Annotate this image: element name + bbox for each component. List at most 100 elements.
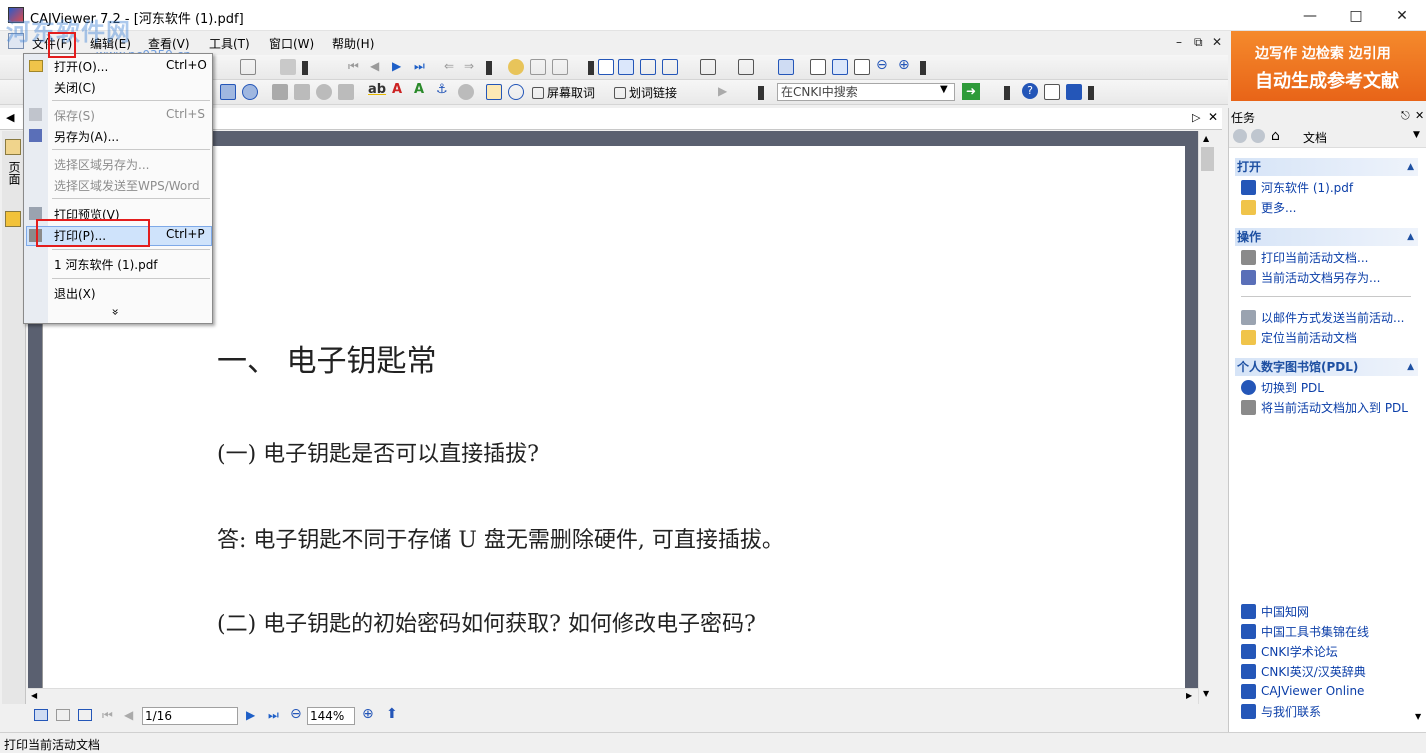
anchor-icon[interactable]: ⚓ <box>436 82 448 97</box>
menu-tools[interactable]: 工具(T) <box>209 35 250 52</box>
go-to-top-icon[interactable]: ⬆ <box>386 706 398 722</box>
document-page[interactable]: 一、 电子钥匙常 (一) 电子钥匙是否可以直接插拔? 答: 电子钥匙不同于存储 … <box>42 146 1185 688</box>
nav-last-icon[interactable]: ⏭ <box>268 708 279 723</box>
menu-item-close[interactable]: 关闭(C) <box>54 79 96 96</box>
facing-page-icon[interactable] <box>640 59 656 75</box>
fit-page-icon[interactable] <box>854 59 870 75</box>
scroll-up-icon[interactable]: ▲ <box>1203 134 1209 143</box>
stamp-icon[interactable] <box>458 84 474 100</box>
toolbar-grip[interactable] <box>588 61 594 75</box>
nav-prev-icon[interactable]: ◀ <box>124 708 133 722</box>
locate-document-link[interactable]: 定位当前活动文档 <box>1241 328 1357 346</box>
task-pane-close-icon[interactable]: ✕ <box>1415 109 1424 122</box>
pin-icon[interactable]: ⎋ <box>1401 109 1410 123</box>
print-document-link[interactable]: 打印当前活动文档... <box>1241 248 1368 266</box>
menu-help[interactable]: 帮助(H) <box>332 35 374 52</box>
nav-zoom-in-icon[interactable]: ⊕ <box>362 706 374 722</box>
back-icon[interactable]: ⇐ <box>444 59 454 73</box>
about-icon[interactable] <box>1066 84 1082 100</box>
mdi-minimize-button[interactable]: – <box>1176 35 1182 49</box>
whats-this-icon[interactable] <box>1044 84 1060 100</box>
nav-next-icon[interactable]: ▶ <box>246 708 255 722</box>
minimize-button[interactable]: — <box>1287 0 1333 31</box>
vertical-scrollbar[interactable]: ▲ ▼ <box>1198 131 1215 704</box>
link-cajviewer-online[interactable]: CAJViewer Online <box>1241 682 1364 700</box>
link-reference-books[interactable]: 中国工具书集锦在线 <box>1241 622 1369 640</box>
rotate-right-icon[interactable] <box>552 59 568 75</box>
task-back-icon[interactable] <box>1233 129 1247 143</box>
collapse-icon[interactable]: ▲ <box>1407 358 1414 376</box>
switch-pdl-link[interactable]: 切换到 PDL <box>1241 378 1324 396</box>
line-tool-icon[interactable] <box>272 84 288 100</box>
forward-icon[interactable]: ⇒ <box>464 59 474 73</box>
word-link-button[interactable]: 划词链接 <box>614 84 677 101</box>
toolbar-grip[interactable] <box>920 61 926 75</box>
menu-item-open[interactable]: 打开(O)... <box>54 58 108 75</box>
next-result-icon[interactable]: ▶ <box>718 84 727 98</box>
collapse-icon[interactable]: ▲ <box>1407 158 1414 176</box>
menu-window[interactable]: 窗口(W) <box>269 35 314 52</box>
next-page-icon[interactable]: ▶ <box>392 59 401 73</box>
image-tool-icon[interactable] <box>294 84 310 100</box>
link-cnki[interactable]: 中国知网 <box>1241 602 1309 620</box>
task-pane-view-label[interactable]: 文档 <box>1303 129 1327 146</box>
scroll-left-icon[interactable]: ◀ <box>31 691 37 700</box>
toolbar-grip[interactable] <box>1088 86 1094 100</box>
select-icon[interactable] <box>700 59 716 75</box>
more-files-link[interactable]: 更多... <box>1241 198 1296 216</box>
menu-item-send-region[interactable]: 选择区域发送至WPS/Word <box>54 177 200 194</box>
mdi-close-button[interactable]: ✕ <box>1212 35 1222 49</box>
first-page-icon[interactable]: ⏮ <box>348 59 359 74</box>
search-go-icon[interactable]: ➜ <box>962 83 980 100</box>
tab-close-icon[interactable]: ✕ <box>1208 110 1218 124</box>
prev-page-icon[interactable]: ◀ <box>370 59 379 73</box>
tab-scroll-right-icon[interactable]: ▷ <box>1192 111 1200 124</box>
strikeout-text-icon[interactable]: A <box>392 82 402 97</box>
cnki-search-input[interactable]: 在CNKI中搜索 <box>777 83 955 101</box>
promo-banner[interactable]: 边写作 边检索 边引用 自动生成参考文献 <box>1231 31 1426 101</box>
layout-icon[interactable] <box>738 59 754 75</box>
pencil-icon[interactable] <box>5 211 21 227</box>
settings-tool-icon[interactable] <box>316 84 332 100</box>
scroll-right-icon[interactable]: ▶ <box>1186 691 1192 700</box>
menu-expand-icon[interactable]: » <box>109 308 123 315</box>
audio-tool-icon[interactable] <box>338 84 354 100</box>
menu-item-save-as[interactable]: 另存为(A)... <box>54 128 119 145</box>
link-cnki-forum[interactable]: CNKI学术论坛 <box>1241 642 1338 660</box>
zoom-in-icon[interactable]: ⊕ <box>898 57 910 73</box>
rotate-left-icon[interactable] <box>530 59 546 75</box>
zoom-input[interactable]: 144% <box>307 707 355 725</box>
pages-panel-tab[interactable]: 页面 <box>7 161 21 185</box>
single-page-icon[interactable] <box>598 59 614 75</box>
menu-item-save-region[interactable]: 选择区域另存为... <box>54 156 149 173</box>
maximize-button[interactable]: □ <box>1333 0 1379 31</box>
fit-width-icon[interactable] <box>832 59 848 75</box>
highlight-text-icon[interactable]: ab <box>368 82 386 97</box>
task-forward-icon[interactable] <box>1251 129 1265 143</box>
annotation-panel-icon[interactable] <box>5 139 21 155</box>
tab-scroll-left-icon[interactable]: ◀ <box>6 111 14 124</box>
search-dropdown-icon[interactable]: ▼ <box>940 84 948 95</box>
home-icon[interactable]: ⌂ <box>1271 128 1280 144</box>
clipboard-icon[interactable] <box>486 84 502 100</box>
rectangle-tool-icon[interactable] <box>220 84 236 100</box>
recent-file-link[interactable]: 河东软件 (1).pdf <box>1241 178 1353 196</box>
menu-item-recent-file[interactable]: 1 河东软件 (1).pdf <box>54 256 158 273</box>
last-page-icon[interactable]: ⏭ <box>414 59 425 74</box>
menu-item-exit[interactable]: 退出(X) <box>54 285 96 302</box>
toolbar-grip[interactable] <box>1004 86 1010 100</box>
close-button[interactable]: ✕ <box>1379 0 1425 31</box>
zoom-out-icon[interactable]: ⊖ <box>876 57 888 73</box>
collapse-icon[interactable]: ▲ <box>1407 228 1414 246</box>
toolbar-grip[interactable] <box>302 61 308 75</box>
task-pane-scroll-down-icon[interactable]: ▼ <box>1415 712 1421 721</box>
translate-icon[interactable] <box>508 84 524 100</box>
page-number-input[interactable]: 1/16 <box>142 707 238 725</box>
toolbar-grip[interactable] <box>486 61 492 75</box>
link-cnki-dictionary[interactable]: CNKI英汉/汉英辞典 <box>1241 662 1366 680</box>
undo-icon[interactable] <box>240 59 256 75</box>
scroll-down-icon[interactable]: ▼ <box>1203 689 1209 698</box>
email-document-link[interactable]: 以邮件方式发送当前活动... <box>1241 308 1404 326</box>
link-contact-us[interactable]: 与我们联系 <box>1241 702 1321 720</box>
toolbar-grip[interactable] <box>758 86 764 100</box>
